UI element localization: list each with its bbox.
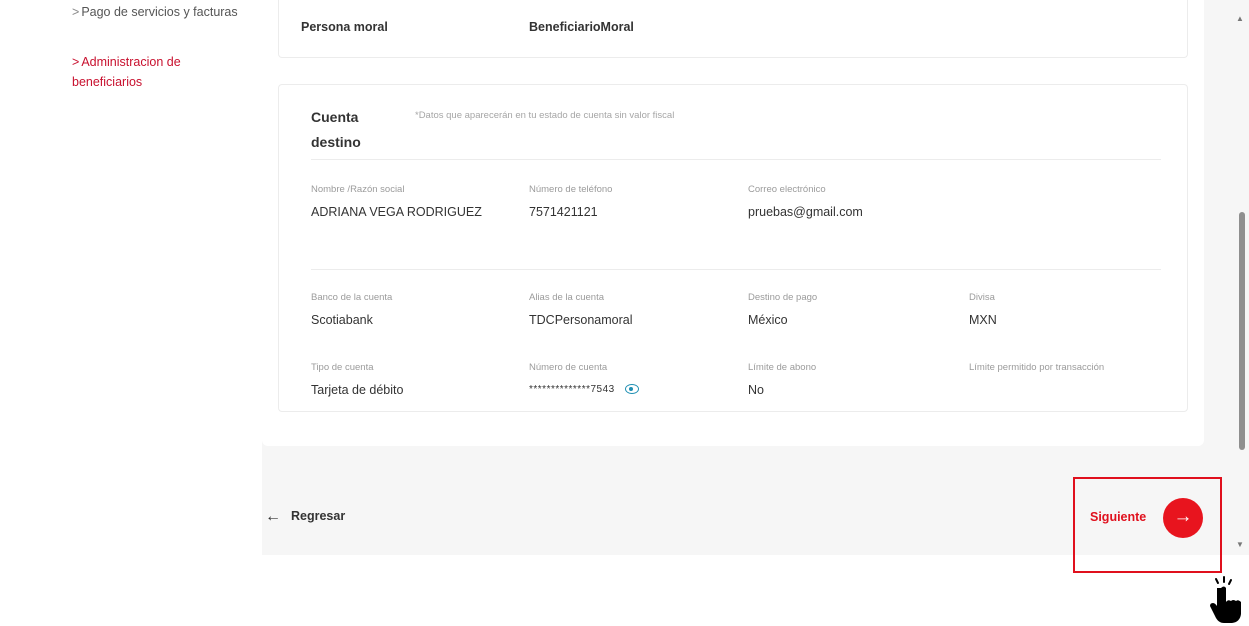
sidebar-item-label: Pago de servicios y facturas — [81, 5, 238, 19]
hand-pointer-icon — [1210, 576, 1241, 623]
field-label: Nombre /Razón social — [311, 184, 405, 195]
field-label: Número de cuenta — [529, 362, 608, 373]
field-value: No — [748, 383, 764, 397]
section-note: *Datos que aparecerán en tu estado de cu… — [415, 110, 675, 121]
back-label: Regresar — [291, 509, 346, 523]
field-label: Número de teléfono — [529, 184, 613, 195]
field-value: México — [748, 313, 788, 327]
sidebar: > Pago de servicios y facturas > Administr… — [0, 0, 262, 555]
beneficiary-type-value: BeneficiarioMoral — [529, 20, 634, 34]
section-title: Cuenta destino — [311, 109, 361, 150]
field-bank: Banco de la cuenta Scotiabank — [311, 291, 392, 329]
scroll-up-arrow-icon[interactable]: ▲ — [1236, 14, 1244, 23]
field-value: Tarjeta de débito — [311, 383, 404, 397]
beneficiary-type-row: Persona moral BeneficiarioMoral — [278, 0, 1188, 58]
destination-account-section: Cuenta destino *Datos que aparecerán en … — [278, 84, 1188, 412]
divider — [311, 269, 1161, 270]
field-alias: Alias de la cuenta TDCPersonamoral — [529, 291, 633, 329]
field-account-number: Número de cuenta **************7543 — [529, 361, 639, 399]
field-value: Scotiabank — [311, 313, 373, 327]
field-account-type: Tipo de cuenta Tarjeta de débito — [311, 361, 403, 399]
arrow-left-icon: ← — [265, 508, 281, 525]
field-label: Alias de la cuenta — [529, 292, 604, 303]
field-value: TDCPersonamoral — [529, 313, 633, 327]
field-label: Correo electrónico — [748, 184, 826, 195]
field-value: ADRIANA VEGA RODRIGUEZ — [311, 205, 482, 219]
field-currency: Divisa MXN — [969, 291, 997, 329]
field-deposit-limit: Límite de abono No — [748, 361, 816, 399]
field-value: **************7543 — [529, 381, 639, 399]
app-viewport: > Pago de servicios y facturas > Administr… — [0, 0, 1249, 555]
field-payment-destination: Destino de pago México — [748, 291, 817, 329]
sidebar-item-pago-servicios[interactable]: > Pago de servicios y facturas — [72, 2, 238, 22]
field-value: pruebas@gmail.com — [748, 205, 863, 219]
scroll-down-arrow-icon[interactable]: ▼ — [1236, 540, 1244, 549]
masked-account-number: **************7543 — [529, 384, 615, 395]
sidebar-item-administracion-beneficiarios[interactable]: > Administracion de beneficiarios — [72, 52, 222, 92]
field-transaction-limit: Límite permitido por transacción — [969, 361, 1104, 381]
eye-icon[interactable] — [624, 384, 639, 395]
divider — [311, 159, 1161, 160]
field-label: Tipo de cuenta — [311, 362, 374, 373]
field-label: Límite de abono — [748, 362, 817, 373]
field-email: Correo electrónico pruebas@gmail.com — [748, 183, 863, 221]
beneficiary-detail-card: Persona moral BeneficiarioMoral Cuenta d… — [262, 0, 1204, 446]
chevron-right-icon: > — [72, 55, 80, 69]
beneficiary-type-label: Persona moral — [301, 20, 388, 34]
scrollbar-thumb[interactable] — [1239, 212, 1245, 450]
field-label: Divisa — [969, 292, 995, 303]
field-value: 7571421121 — [529, 205, 598, 219]
back-button[interactable]: ← Regresar — [265, 508, 345, 526]
highlight-box — [1073, 477, 1222, 573]
sidebar-item-label: Administracion de beneficiarios — [72, 55, 181, 89]
field-value: MXN — [969, 313, 997, 327]
field-label: Límite permitido por transacción — [969, 362, 1105, 373]
field-name: Nombre /Razón social ADRIANA VEGA RODRIG… — [311, 183, 482, 221]
field-phone: Número de teléfono 7571421121 — [529, 183, 612, 221]
field-label: Banco de la cuenta — [311, 292, 393, 303]
field-label: Destino de pago — [748, 292, 818, 303]
chevron-right-icon: > — [72, 5, 80, 19]
